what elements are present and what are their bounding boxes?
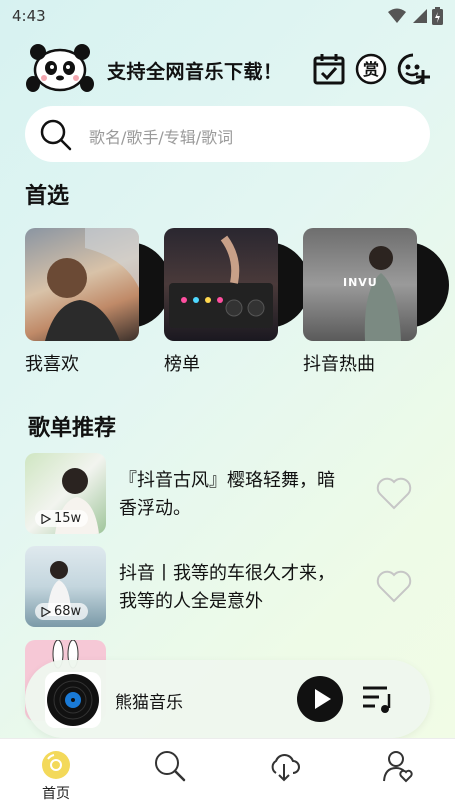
mini-player[interactable]: 熊猫音乐 (25, 660, 430, 738)
play-count: 15w (35, 510, 89, 527)
battery-icon (432, 7, 443, 25)
now-playing-cover (45, 672, 101, 728)
tab-home[interactable]: 首页 (26, 749, 86, 809)
heart-icon[interactable] (375, 568, 413, 604)
cloud-download-icon (271, 754, 300, 782)
cover-text: INVU (343, 276, 378, 289)
tab-label: 首页 (42, 786, 70, 802)
status-time: 4:43 (12, 7, 46, 25)
featured-label: 我喜欢 (25, 354, 79, 375)
add-friend-icon[interactable] (396, 52, 430, 86)
vinyl-record-icon (47, 674, 99, 726)
recommend-title: 歌单推荐 (28, 416, 117, 441)
svg-text:赏: 赏 (363, 60, 379, 79)
signal-icon (413, 9, 427, 23)
playlist-item[interactable]: 68w 抖音丨我等的车很久才来，我等的人全是意外 (25, 546, 430, 628)
panda-logo (26, 44, 94, 92)
play-icon (315, 689, 331, 709)
featured-label: 抖音热曲 (303, 354, 375, 375)
playlist-title: 『抖音古风』樱珞轻舞，暗香浮动。 (119, 470, 335, 519)
tab-search[interactable] (140, 749, 200, 809)
now-playing-title: 熊猫音乐 (115, 693, 183, 713)
play-icon (41, 513, 51, 524)
play-icon (41, 606, 51, 617)
search-icon (40, 119, 72, 151)
cover-illustration (169, 235, 273, 328)
heart-icon[interactable] (375, 475, 413, 511)
status-icons (388, 7, 443, 25)
search-placeholder: 歌名/歌手/专辑/歌词 (89, 128, 234, 147)
bottom-tab-bar: 首页 (0, 738, 455, 809)
featured-title: 首选 (25, 184, 70, 209)
search-bar[interactable]: 歌名/歌手/专辑/歌词 (25, 106, 430, 162)
tab-download[interactable] (254, 749, 314, 809)
header-slogan: 支持全网音乐下载！ (107, 61, 283, 83)
calendar-checkin-icon[interactable] (312, 52, 346, 86)
featured-item-favorites[interactable]: 我喜欢 (25, 228, 171, 378)
play-count-value: 15w (54, 511, 82, 526)
play-count-value: 68w (54, 604, 82, 619)
featured-item-charts[interactable]: 榜单 (164, 228, 310, 378)
reward-icon[interactable]: 赏 (354, 52, 388, 86)
tab-profile[interactable] (368, 749, 428, 809)
featured-label: 榜单 (164, 354, 200, 375)
search-icon (155, 751, 186, 782)
home-disc-icon (42, 751, 70, 779)
playlist-item[interactable]: 15w 『抖音古风』樱珞轻舞，暗香浮动。 (25, 453, 430, 535)
wifi-icon (388, 8, 406, 23)
play-button[interactable] (297, 676, 343, 722)
profile-heart-icon (383, 751, 413, 783)
status-bar: 4:43 (0, 0, 455, 34)
playlist-cover: 68w (25, 546, 106, 627)
playlist-title: 抖音丨我等的车很久才来，我等的人全是意外 (119, 563, 335, 612)
cover-image (164, 228, 278, 341)
cover-image (25, 228, 139, 341)
play-count: 68w (35, 603, 89, 620)
playlist-cover: 15w (25, 453, 106, 534)
app-header: 支持全网音乐下载！ 赏 (0, 36, 455, 104)
featured-item-douyin-hits[interactable]: INVU 抖音热曲 (303, 228, 449, 378)
playlist-icon[interactable] (361, 684, 395, 714)
cover-illustration (45, 228, 139, 341)
cover-image: INVU (303, 228, 417, 341)
